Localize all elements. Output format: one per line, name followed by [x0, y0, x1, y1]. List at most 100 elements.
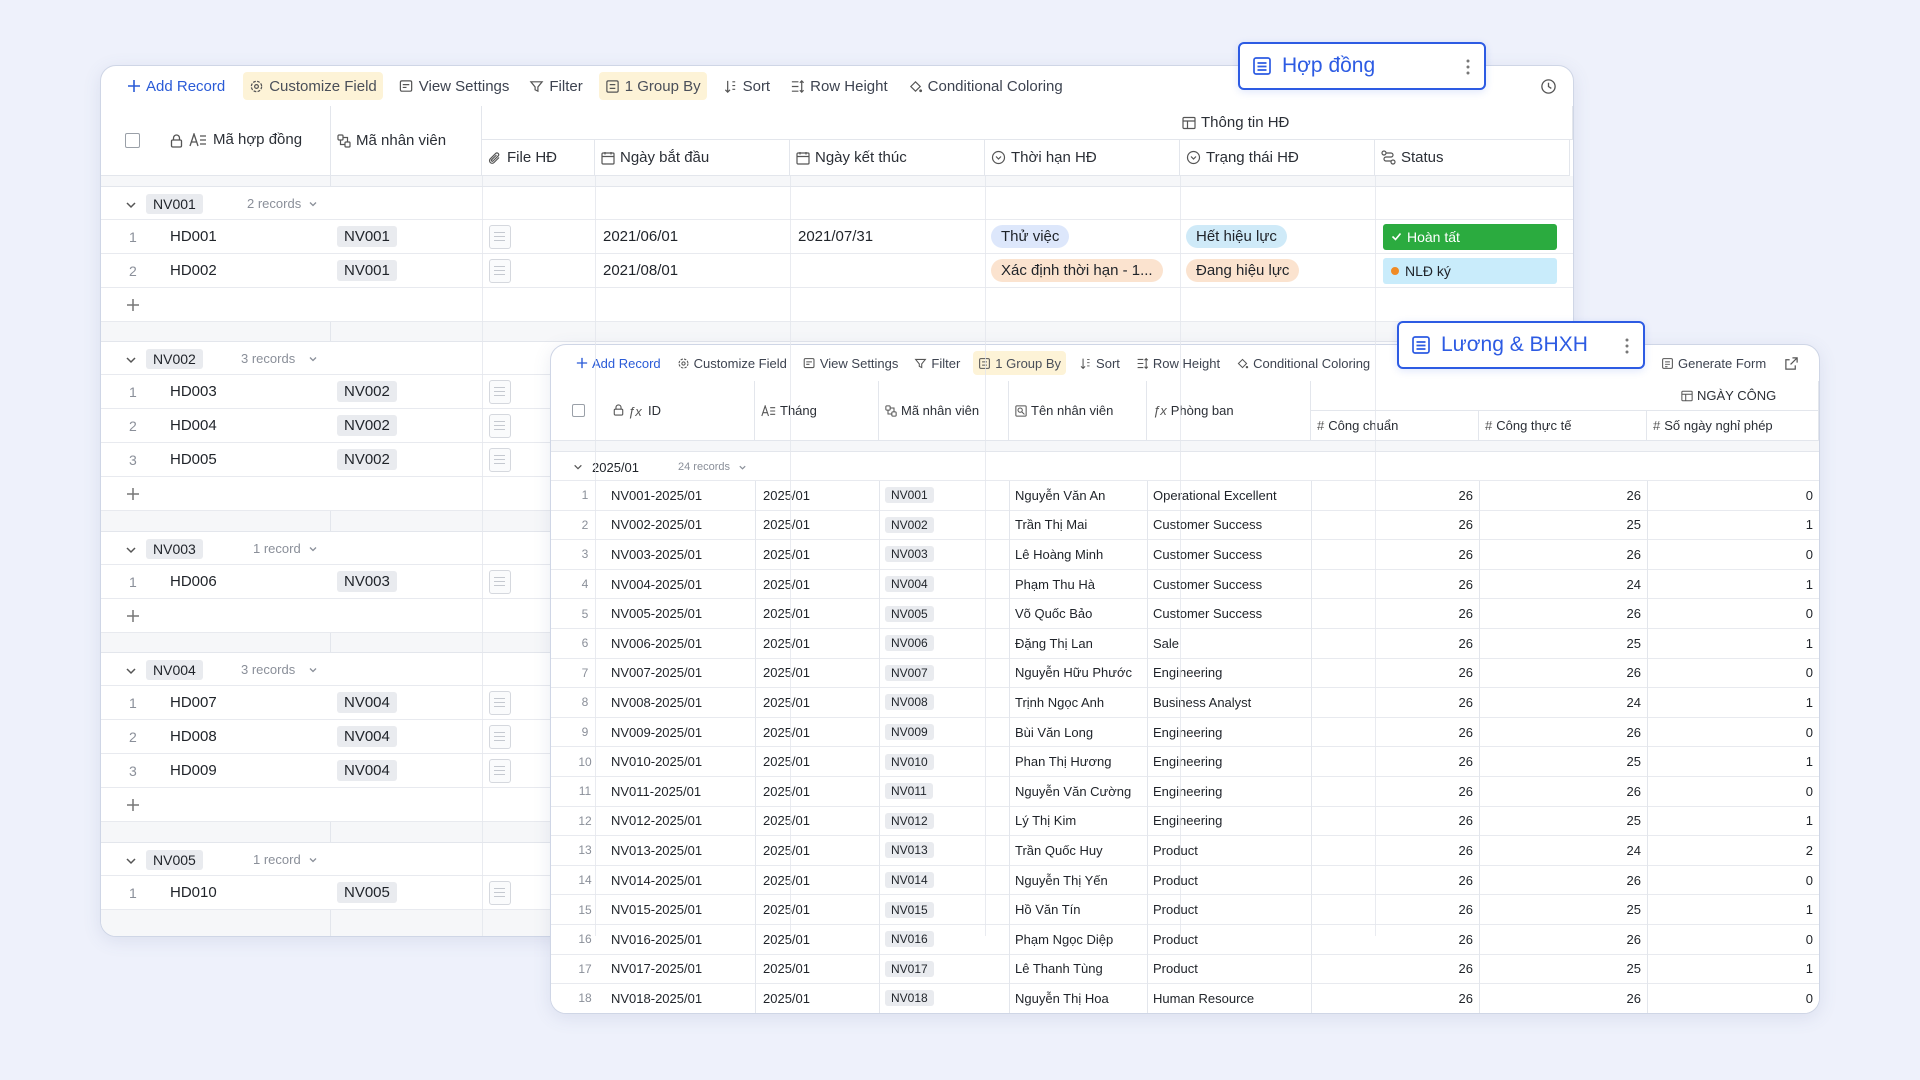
file-thumbnail[interactable] [489, 447, 511, 472]
file-thumbnail[interactable] [489, 724, 511, 749]
cell-id[interactable]: NV004-2025/01 [611, 570, 751, 599]
cell-phong-ban[interactable]: Customer Success [1153, 511, 1308, 540]
cell-ma-nv[interactable]: NV011 [885, 777, 1005, 806]
cell-id[interactable]: NV001-2025/01 [611, 481, 751, 510]
cell-file-hd[interactable] [489, 375, 511, 408]
cell-ma-nhan-vien[interactable]: NV001 [337, 220, 397, 253]
cell-status[interactable]: NLĐ ký [1383, 254, 1557, 287]
cell-phong-ban[interactable]: Customer Success [1153, 570, 1308, 599]
cell-ma-hop-dong[interactable]: HD004 [170, 409, 217, 442]
cell-cong-chuan[interactable]: 26 [1311, 984, 1473, 1013]
cell-file-hd[interactable] [489, 876, 511, 909]
cell-ma-nv[interactable]: NV007 [885, 659, 1005, 688]
cell-ngay-bat-dau[interactable]: 2021/08/01 [603, 254, 678, 287]
cell-cong-chuan[interactable]: 26 [1311, 836, 1473, 865]
cell-thang[interactable]: 2025/01 [763, 481, 873, 510]
cell-file-hd[interactable] [489, 754, 511, 787]
cell-ma-nhan-vien[interactable]: NV002 [337, 375, 397, 408]
cell-ma-nv[interactable]: NV015 [885, 895, 1005, 924]
cell-ten-nv[interactable]: Lý Thị Kim [1015, 807, 1145, 836]
cell-cong-thuc-te[interactable]: 24 [1479, 688, 1641, 717]
cell-file-hd[interactable] [489, 220, 511, 253]
cell-id[interactable]: NV014-2025/01 [611, 866, 751, 895]
select-all-checkbox[interactable] [572, 404, 585, 417]
chevron-down-icon[interactable] [308, 354, 318, 364]
more-vertical-icon[interactable] [1625, 337, 1629, 355]
cell-cong-thuc-te[interactable]: 25 [1479, 895, 1641, 924]
chevron-down-icon[interactable] [125, 544, 137, 556]
cell-ten-nv[interactable]: Võ Quốc Bảo [1015, 599, 1145, 628]
column-ten-nv-header[interactable]: Tên nhân viên [1009, 381, 1147, 441]
cell-ma-hop-dong[interactable]: HD005 [170, 443, 217, 476]
column-phong-ban-header[interactable]: ƒx Phòng ban [1147, 381, 1311, 441]
cell-ma-nhan-vien[interactable]: NV001 [337, 254, 397, 287]
cell-ten-nv[interactable]: Phạm Thu Hà [1015, 570, 1145, 599]
cell-nghi-phep[interactable]: 1 [1647, 895, 1813, 924]
cell-thoi-han[interactable]: Thử việc [991, 220, 1070, 253]
cell-ma-nv[interactable]: NV006 [885, 629, 1005, 658]
chevron-down-icon[interactable] [125, 354, 137, 366]
cell-ma-nhan-vien[interactable]: NV004 [337, 754, 397, 787]
table-row[interactable]: 13 NV013-2025/01 2025/01 NV013 Trần Quốc Huy… [551, 836, 1819, 866]
cell-ma-nv[interactable]: NV017 [885, 955, 1005, 984]
cell-thoi-han[interactable]: Xác định thời hạn - 1... [991, 254, 1163, 287]
cell-thang[interactable]: 2025/01 [763, 570, 873, 599]
group-by-button[interactable]: 1 Group By [973, 351, 1067, 375]
cell-phong-ban[interactable]: Engineering [1153, 718, 1308, 747]
cell-ma-nhan-vien[interactable]: NV004 [337, 720, 397, 753]
cell-cong-thuc-te[interactable]: 24 [1479, 570, 1641, 599]
cell-nghi-phep[interactable]: 0 [1647, 925, 1813, 954]
cell-id[interactable]: NV016-2025/01 [611, 925, 751, 954]
cell-nghi-phep[interactable]: 0 [1647, 984, 1813, 1013]
cell-cong-chuan[interactable]: 26 [1311, 807, 1473, 836]
cell-thang[interactable]: 2025/01 [763, 866, 873, 895]
table-row[interactable]: 18 NV018-2025/01 2025/01 NV018 Nguyễn Thị Ho… [551, 984, 1819, 1013]
cell-nghi-phep[interactable]: 1 [1647, 807, 1813, 836]
group-record-count[interactable]: 24 records [678, 461, 730, 473]
group-header-thong-tin-hd[interactable]: Thông tin HĐ [482, 106, 1573, 140]
cell-cong-thuc-te[interactable]: 26 [1479, 866, 1641, 895]
cell-cong-chuan[interactable]: 26 [1311, 925, 1473, 954]
cell-cong-chuan[interactable]: 26 [1311, 540, 1473, 569]
cell-cong-chuan[interactable]: 26 [1311, 895, 1473, 924]
cell-id[interactable]: NV010-2025/01 [611, 747, 751, 776]
cell-ma-nv[interactable]: NV018 [885, 984, 1005, 1013]
filter-button[interactable]: Filter [911, 351, 963, 375]
cell-ma-nv[interactable]: NV005 [885, 599, 1005, 628]
chevron-down-icon[interactable] [125, 855, 137, 867]
table-row[interactable]: 17 NV017-2025/01 2025/01 NV017 Lê Thanh Tùng… [551, 955, 1819, 985]
table-row[interactable]: 5 NV005-2025/01 2025/01 NV005 Võ Quốc Bảo Cus… [551, 599, 1819, 629]
cell-ten-nv[interactable]: Nguyễn Văn An [1015, 481, 1145, 510]
cell-file-hd[interactable] [489, 443, 511, 476]
cell-cong-chuan[interactable]: 26 [1311, 570, 1473, 599]
cell-phong-ban[interactable]: Engineering [1153, 747, 1308, 776]
cell-nghi-phep[interactable]: 1 [1647, 511, 1813, 540]
chevron-down-icon[interactable] [125, 199, 137, 211]
cell-thang[interactable]: 2025/01 [763, 659, 873, 688]
cell-nghi-phep[interactable]: 1 [1647, 688, 1813, 717]
cell-cong-thuc-te[interactable]: 25 [1479, 747, 1641, 776]
file-thumbnail[interactable] [489, 690, 511, 715]
table-row[interactable]: 2 HD002 NV001 2021/08/01 Xác định thời h… [101, 254, 1573, 288]
table-row[interactable]: 15 NV015-2025/01 2025/01 NV015 Hồ Văn Tín Pro… [551, 895, 1819, 925]
cell-cong-chuan[interactable]: 26 [1311, 481, 1473, 510]
filter-button[interactable]: Filter [525, 72, 586, 100]
group-record-count[interactable]: 3 records [241, 662, 295, 677]
cell-thang[interactable]: 2025/01 [763, 984, 873, 1013]
cell-thang[interactable]: 2025/01 [763, 511, 873, 540]
group-header-ngay-cong[interactable]: NGÀY CÔNG [1311, 381, 1819, 411]
cell-trang-thai[interactable]: Đang hiệu lực [1186, 254, 1300, 287]
cell-ma-nv[interactable]: NV004 [885, 570, 1005, 599]
cell-thang[interactable]: 2025/01 [763, 718, 873, 747]
cell-cong-chuan[interactable]: 26 [1311, 718, 1473, 747]
cell-id[interactable]: NV003-2025/01 [611, 540, 751, 569]
cell-ten-nv[interactable]: Lê Thanh Tùng [1015, 955, 1145, 984]
cell-ma-hop-dong[interactable]: HD001 [170, 220, 217, 253]
column-status-header[interactable]: Status [1375, 140, 1570, 176]
chevron-down-icon[interactable] [308, 855, 318, 865]
conditional-coloring-button[interactable]: Conditional Coloring [904, 72, 1067, 100]
cell-id[interactable]: NV015-2025/01 [611, 895, 751, 924]
cell-nghi-phep[interactable]: 0 [1647, 866, 1813, 895]
cell-thang[interactable]: 2025/01 [763, 599, 873, 628]
cell-ma-nhan-vien[interactable]: NV002 [337, 409, 397, 442]
